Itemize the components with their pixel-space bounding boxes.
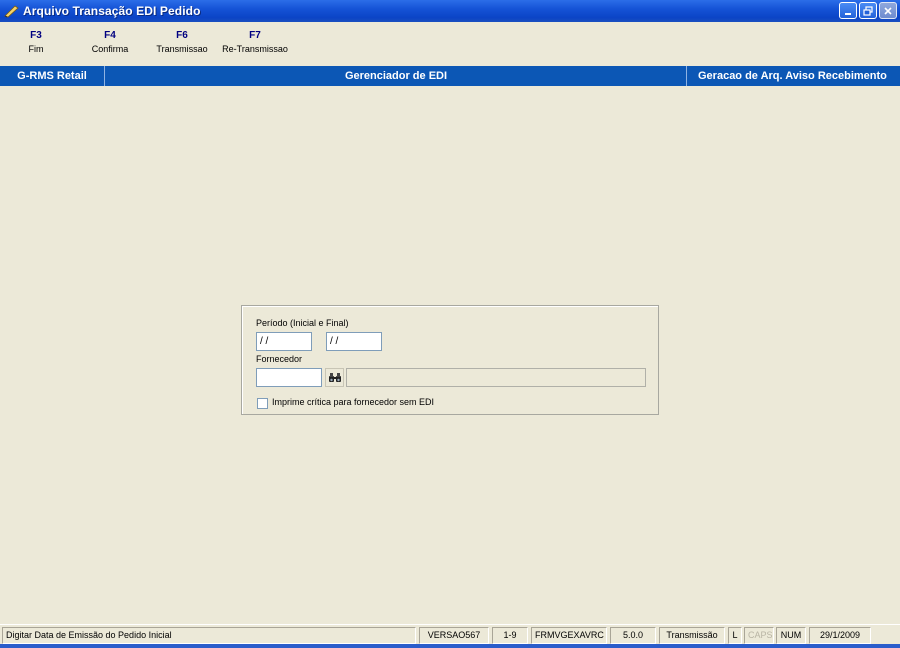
minimize-button[interactable] [839, 2, 857, 19]
minimize-icon [845, 12, 851, 15]
status-num: NUM [776, 627, 806, 644]
status-mode: Transmissão [659, 627, 725, 644]
fkey-label: Fim [28, 44, 44, 54]
fkey-key: F7 [249, 30, 261, 41]
status-form-name: FRMVGEXAVRC [531, 627, 607, 644]
restore-icon [863, 5, 873, 16]
window-title: Arquivo Transação EDI Pedido [23, 4, 201, 18]
print-critique-checkbox[interactable] [257, 398, 268, 409]
supplier-search-button[interactable] [325, 368, 344, 387]
module-header: G-RMS Retail Gerenciador de EDI Geracao … [0, 66, 900, 86]
fkey-key: F6 [176, 30, 188, 41]
header-module: Gerenciador de EDI [344, 70, 448, 82]
pen-icon [4, 5, 19, 18]
fkey-key: F3 [30, 30, 42, 41]
fkey-f6-transmissao[interactable]: F6 Transmissao [153, 30, 211, 56]
status-message: Digitar Data de Emissão do Pedido Inicia… [2, 627, 416, 644]
close-icon [884, 6, 892, 15]
title-bar[interactable]: Arquivo Transação EDI Pedido [0, 0, 900, 22]
taskbar-edge [0, 644, 900, 648]
fkey-f7-re-transmissao[interactable]: F7 Re-Transmissao [218, 30, 292, 56]
status-bar: Digitar Data de Emissão do Pedido Inicia… [0, 624, 900, 644]
close-button[interactable] [879, 2, 897, 19]
header-product: G-RMS Retail [0, 66, 105, 86]
fkey-f4-confirma[interactable]: F4 Confirma [84, 30, 136, 56]
fkey-label: Re-Transmissao [222, 44, 288, 54]
print-critique-label[interactable]: Imprime crítica para fornecedor sem EDI [272, 397, 434, 407]
status-date: 29/1/2009 [809, 627, 871, 644]
status-range: 1-9 [492, 627, 528, 644]
status-build: 5.0.0 [610, 627, 656, 644]
supplier-code-field[interactable] [256, 368, 322, 387]
restore-button[interactable] [859, 2, 877, 19]
header-screen: Geracao de Arq. Aviso Recebimento [686, 66, 900, 86]
supplier-name-field [346, 368, 646, 387]
binoculars-icon [328, 373, 341, 382]
end-date-field[interactable]: / / [326, 332, 382, 351]
window-controls [839, 2, 897, 19]
status-version: VERSAO567 [419, 627, 489, 644]
start-date-field[interactable]: / / [256, 332, 312, 351]
status-caps: CAPS [744, 627, 774, 644]
supplier-label: Fornecedor [256, 354, 303, 364]
filter-panel: Período (Inicial e Final) / / / / Fornec… [241, 305, 659, 415]
period-label: Período (Inicial e Final) [256, 318, 349, 328]
fkey-f3-fim[interactable]: F3 Fim [22, 30, 50, 56]
fkey-label: Confirma [91, 44, 129, 54]
fkey-key: F4 [104, 30, 116, 41]
fkey-label: Transmissao [156, 44, 208, 54]
function-key-toolbar: F3 Fim F4 Confirma F6 Transmissao F7 Re-… [0, 30, 900, 60]
status-l: L [728, 627, 742, 644]
